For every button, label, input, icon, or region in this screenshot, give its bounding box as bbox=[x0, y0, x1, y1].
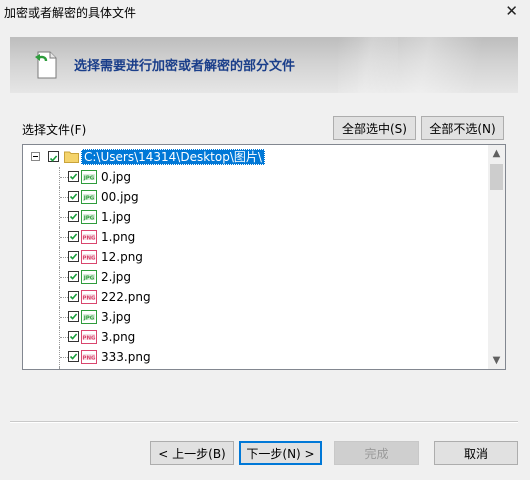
file-row[interactable]: JPG 1.jpg bbox=[23, 207, 488, 227]
svg-text:PNG: PNG bbox=[82, 256, 96, 262]
scroll-down-icon[interactable]: ▼ bbox=[488, 352, 505, 369]
file-name: 1.png bbox=[101, 230, 136, 244]
folder-icon bbox=[64, 151, 79, 163]
separator bbox=[10, 421, 518, 423]
file-checkbox[interactable] bbox=[68, 331, 79, 342]
title-bar: 加密或者解密的具体文件 ✕ bbox=[0, 0, 530, 22]
scroll-up-icon[interactable]: ▲ bbox=[488, 145, 505, 162]
svg-text:JPG: JPG bbox=[83, 276, 95, 282]
select-none-button[interactable]: 全部不选(N) bbox=[421, 116, 504, 140]
file-row[interactable]: PNG 1.png bbox=[23, 227, 488, 247]
prev-button[interactable]: < 上一步(B) bbox=[150, 441, 234, 465]
file-name: 2.jpg bbox=[101, 270, 132, 284]
file-name: 0.jpg bbox=[101, 170, 132, 184]
close-icon[interactable]: ✕ bbox=[505, 2, 518, 20]
next-button[interactable]: 下一步(N) > bbox=[239, 441, 322, 465]
file-checkbox[interactable] bbox=[68, 171, 79, 182]
svg-text:PNG: PNG bbox=[82, 336, 96, 342]
file-checkbox[interactable] bbox=[68, 271, 79, 282]
cancel-button[interactable]: 取消 bbox=[434, 441, 518, 465]
file-row[interactable]: JPG 0.jpg bbox=[23, 167, 488, 187]
file-checkbox[interactable] bbox=[68, 191, 79, 202]
png-file-icon: PNG bbox=[81, 250, 97, 264]
file-tree[interactable]: C:\Users\14314\Desktop\图片\ JPG 0.jpg JPG 00… bbox=[22, 144, 506, 370]
jpg-file-icon: JPG bbox=[81, 310, 97, 324]
finish-button: 完成 bbox=[334, 441, 419, 465]
root-path[interactable]: C:\Users\14314\Desktop\图片\ bbox=[81, 149, 265, 165]
svg-text:PNG: PNG bbox=[82, 236, 96, 242]
svg-text:JPG: JPG bbox=[83, 196, 95, 202]
file-name: 3.jpg bbox=[101, 310, 132, 324]
select-all-button[interactable]: 全部选中(S) bbox=[333, 116, 416, 140]
tree-root-row[interactable]: C:\Users\14314\Desktop\图片\ bbox=[23, 147, 488, 167]
file-name: 333.png bbox=[101, 350, 151, 364]
png-file-icon: PNG bbox=[81, 230, 97, 244]
svg-text:JPG: JPG bbox=[83, 176, 95, 182]
file-row[interactable]: PNG 3.png bbox=[23, 327, 488, 347]
vertical-scrollbar[interactable]: ▲ ▼ bbox=[488, 145, 505, 369]
svg-text:PNG: PNG bbox=[82, 296, 96, 302]
file-checkbox[interactable] bbox=[68, 351, 79, 362]
png-file-icon: PNG bbox=[81, 290, 97, 304]
svg-text:JPG: JPG bbox=[83, 216, 95, 222]
file-arrow-icon bbox=[35, 51, 57, 79]
file-row[interactable]: PNG 222.png bbox=[23, 287, 488, 307]
root-checkbox[interactable] bbox=[48, 151, 59, 162]
file-name: 00.jpg bbox=[101, 190, 139, 204]
file-checkbox[interactable] bbox=[68, 291, 79, 302]
collapse-icon[interactable] bbox=[31, 152, 40, 161]
jpg-file-icon: JPG bbox=[81, 170, 97, 184]
file-row[interactable]: PNG 12.png bbox=[23, 247, 488, 267]
file-row[interactable]: JPG 3.jpg bbox=[23, 307, 488, 327]
jpg-file-icon: JPG bbox=[81, 270, 97, 284]
select-files-label: 选择文件(F) bbox=[22, 123, 87, 137]
file-name: 12.png bbox=[101, 250, 143, 264]
partial-row bbox=[23, 367, 488, 369]
file-checkbox[interactable] bbox=[68, 231, 79, 242]
file-row[interactable]: JPG 00.jpg bbox=[23, 187, 488, 207]
jpg-file-icon: JPG bbox=[81, 210, 97, 224]
file-checkbox[interactable] bbox=[68, 211, 79, 222]
file-row[interactable]: PNG 333.png bbox=[23, 347, 488, 367]
file-name: 222.png bbox=[101, 290, 151, 304]
png-file-icon: PNG bbox=[81, 330, 97, 344]
png-file-icon: PNG bbox=[81, 350, 97, 364]
file-checkbox[interactable] bbox=[68, 251, 79, 262]
file-name: 1.jpg bbox=[101, 210, 132, 224]
banner-text: 选择需要进行加密或者解密的部分文件 bbox=[74, 59, 296, 74]
file-row[interactable]: JPG 2.jpg bbox=[23, 267, 488, 287]
window-title: 加密或者解密的具体文件 bbox=[4, 6, 137, 20]
jpg-file-icon: JPG bbox=[81, 190, 97, 204]
svg-text:JPG: JPG bbox=[83, 316, 95, 322]
header-banner: 选择需要进行加密或者解密的部分文件 bbox=[10, 37, 518, 93]
svg-text:PNG: PNG bbox=[82, 356, 96, 362]
file-checkbox[interactable] bbox=[68, 311, 79, 322]
scroll-thumb[interactable] bbox=[490, 164, 503, 190]
file-name: 3.png bbox=[101, 330, 136, 344]
